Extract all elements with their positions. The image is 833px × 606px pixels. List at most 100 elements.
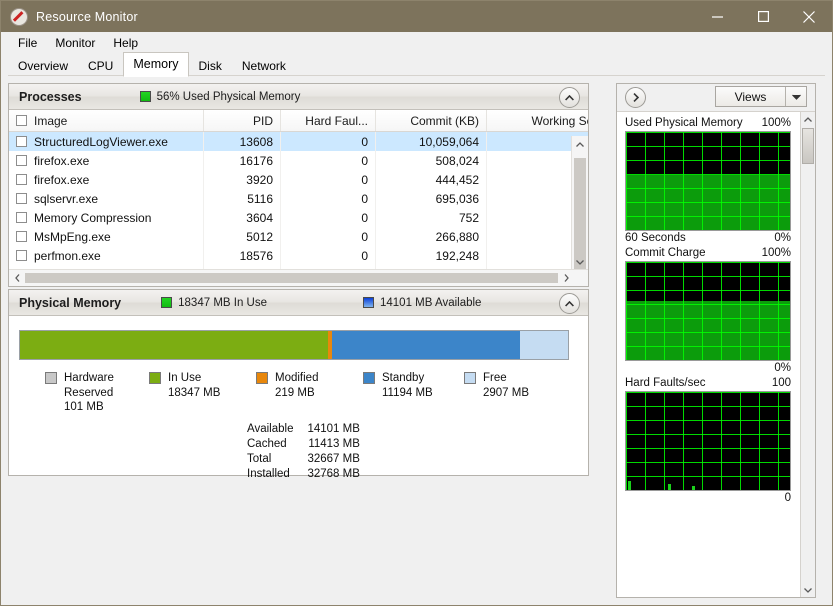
graph-max-used-physical-memory: 100% bbox=[762, 116, 791, 131]
row-checkbox[interactable] bbox=[16, 136, 27, 147]
graph-title-used-physical-memory: Used Physical Memory bbox=[625, 116, 743, 131]
scroll-down-arrow-icon[interactable] bbox=[572, 254, 588, 270]
cell-pid: 3604 bbox=[204, 208, 281, 227]
row-checkbox[interactable] bbox=[16, 212, 27, 223]
table-row[interactable]: StructuredLogViewer.exe 13608 0 10,059,0… bbox=[9, 132, 588, 152]
graph-panel-scrollbar[interactable] bbox=[800, 112, 815, 597]
table-row[interactable]: Memory Compression 3604 0 752 301,628 0 bbox=[9, 208, 588, 227]
table-header-row: Image PID Hard Faul... Commit (KB) Worki… bbox=[9, 110, 588, 132]
cell-image-label: MsMpEng.exe bbox=[34, 230, 111, 244]
resource-monitor-window: Resource Monitor File Monitor Help Overv… bbox=[0, 0, 833, 606]
graph-title-hard-faults: Hard Faults/sec bbox=[625, 376, 706, 391]
graph-panel: Views Used Physical Memory 100% bbox=[616, 83, 816, 598]
physical-memory-collapse-button[interactable] bbox=[559, 293, 580, 314]
legend-swatch-in-use bbox=[149, 372, 161, 384]
row-checkbox[interactable] bbox=[16, 250, 27, 261]
cell-commit: 10,059,064 bbox=[376, 132, 487, 152]
legend-swatch-standby bbox=[363, 372, 375, 384]
cell-image-label: sqlservr.exe bbox=[34, 192, 98, 206]
physical-memory-panel-header[interactable]: Physical Memory 18347 MB In Use 14101 MB… bbox=[9, 290, 588, 316]
tab-overview[interactable]: Overview bbox=[8, 56, 78, 76]
window-title: Resource Monitor bbox=[36, 10, 138, 24]
processes-table: Image PID Hard Faul... Commit (KB) Worki… bbox=[9, 110, 588, 286]
scroll-left-arrow-icon[interactable] bbox=[9, 270, 25, 286]
graph-scroll-thumb[interactable] bbox=[802, 128, 814, 164]
tab-memory[interactable]: Memory bbox=[123, 52, 188, 77]
row-checkbox[interactable] bbox=[16, 193, 27, 204]
available-metric: 14101 MB Available bbox=[363, 297, 481, 309]
processes-vertical-scrollbar[interactable] bbox=[571, 136, 588, 270]
in-use-metric: 18347 MB In Use bbox=[161, 297, 267, 309]
graph-spike bbox=[692, 486, 695, 490]
graph-max-hard-faults: 100 bbox=[772, 376, 791, 391]
legend-item-in-use: In Use 18347 MB bbox=[149, 371, 256, 415]
scroll-down-arrow-icon[interactable] bbox=[801, 583, 815, 597]
table-row[interactable]: MsMpEng.exe 5012 0 266,880 296,308 103,9… bbox=[9, 227, 588, 246]
table-row[interactable]: firefox.exe 3920 0 444,452 479,160 89,30… bbox=[9, 170, 588, 189]
row-checkbox[interactable] bbox=[16, 174, 27, 185]
legend-swatch-free bbox=[464, 372, 476, 384]
cell-hard-faults: 0 bbox=[281, 189, 376, 208]
legend-item-free: Free 2907 MB bbox=[464, 371, 529, 415]
cell-hard-faults: 0 bbox=[281, 246, 376, 265]
legend-label-modified: Modified 219 MB bbox=[275, 371, 318, 400]
table-row[interactable]: perfmon.exe 18576 0 192,248 206,132 17,9… bbox=[9, 246, 588, 265]
column-header-hard-faults[interactable]: Hard Faul... bbox=[281, 110, 376, 132]
cell-pid: 16176 bbox=[204, 151, 281, 170]
close-button[interactable] bbox=[786, 1, 832, 32]
green-swatch-icon bbox=[140, 91, 151, 102]
cell-pid: 18576 bbox=[204, 246, 281, 265]
legend-label-free: Free 2907 MB bbox=[483, 371, 529, 400]
physical-memory-title: Physical Memory bbox=[19, 296, 121, 310]
graph-title-commit-charge: Commit Charge bbox=[625, 246, 706, 261]
tab-network[interactable]: Network bbox=[232, 56, 296, 76]
table-row[interactable]: sqlservr.exe 5116 0 695,036 411,780 24,9… bbox=[9, 189, 588, 208]
processes-horizontal-scrollbar[interactable] bbox=[9, 269, 588, 286]
cell-image-label: Memory Compression bbox=[34, 211, 151, 225]
cell-image: firefox.exe bbox=[9, 170, 204, 189]
cell-pid: 3920 bbox=[204, 170, 281, 189]
column-header-commit[interactable]: Commit (KB) bbox=[376, 110, 487, 132]
column-header-pid[interactable]: PID bbox=[204, 110, 281, 132]
cell-image: perfmon.exe bbox=[9, 246, 204, 265]
stat-row-total: Total 32667 MB bbox=[247, 452, 360, 467]
processes-hscroll-thumb[interactable] bbox=[25, 273, 558, 283]
graph-label-row: Used Physical Memory 100% bbox=[625, 116, 791, 131]
cell-hard-faults: 0 bbox=[281, 170, 376, 189]
cell-commit: 192,248 bbox=[376, 246, 487, 265]
expand-graph-panel-button[interactable] bbox=[625, 87, 646, 108]
menu-item-help[interactable]: Help bbox=[104, 34, 147, 52]
menu-item-monitor[interactable]: Monitor bbox=[46, 34, 104, 52]
maximize-button[interactable] bbox=[740, 1, 786, 32]
minimize-button[interactable] bbox=[694, 1, 740, 32]
scroll-up-arrow-icon[interactable] bbox=[801, 112, 815, 126]
views-dropdown[interactable]: Views bbox=[715, 86, 807, 107]
graph-grid bbox=[626, 392, 790, 490]
column-header-image[interactable]: Image bbox=[9, 110, 204, 132]
scroll-up-arrow-icon[interactable] bbox=[572, 136, 588, 152]
stat-key-cached: Cached bbox=[247, 437, 307, 452]
processes-collapse-button[interactable] bbox=[559, 87, 580, 108]
tab-cpu[interactable]: CPU bbox=[78, 56, 123, 76]
memory-segment-free bbox=[520, 331, 568, 359]
processes-panel-header[interactable]: Processes 56% Used Physical Memory bbox=[9, 84, 588, 110]
row-checkbox[interactable] bbox=[16, 231, 27, 242]
memory-stats: Available 14101 MB Cached 11413 MB Total… bbox=[247, 422, 360, 482]
chevron-down-icon[interactable] bbox=[786, 94, 806, 100]
legend-item-modified: Modified 219 MB bbox=[256, 371, 363, 415]
tab-disk[interactable]: Disk bbox=[189, 56, 232, 76]
scroll-right-arrow-icon[interactable] bbox=[558, 270, 574, 286]
column-header-working-set[interactable]: Working Set (KB) bbox=[487, 110, 589, 132]
memory-usage-bar bbox=[19, 330, 569, 360]
table-row[interactable]: firefox.exe 16176 0 508,024 491,192 83,8… bbox=[9, 151, 588, 170]
memory-segment-standby bbox=[332, 331, 520, 359]
graph-min-commit-charge: 0% bbox=[625, 361, 791, 376]
cell-image: MsMpEng.exe bbox=[9, 227, 204, 246]
graph-spike bbox=[628, 481, 631, 490]
stat-key-total: Total bbox=[247, 452, 307, 467]
left-column: Processes 56% Used Physical Memory bbox=[8, 83, 589, 598]
row-checkbox[interactable] bbox=[16, 155, 27, 166]
select-all-checkbox[interactable] bbox=[16, 115, 27, 126]
cell-hard-faults: 0 bbox=[281, 151, 376, 170]
menu-item-file[interactable]: File bbox=[9, 34, 46, 52]
